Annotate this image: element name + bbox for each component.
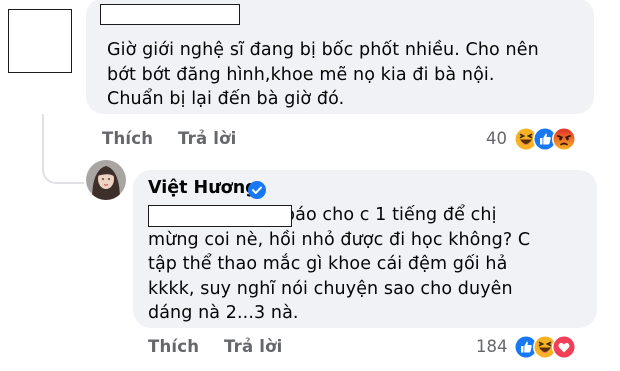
verified-badge-icon [248, 181, 266, 199]
comment-1-line: bớt bớt đăng hình,khoe mẽ nọ kia đi bà n… [107, 64, 495, 85]
author-photo [86, 160, 126, 200]
comment-2-line: mừng coi nè, hồi nhỏ được đi học không? … [148, 229, 531, 250]
reaction-count-1[interactable]: 40 [486, 129, 507, 148]
comment-2-line: tập thể thao mắc gì khoe cái đệm gối hả [148, 254, 508, 274]
comment-1-line: Chuẩn bị lại đến bà giờ đó. [107, 89, 345, 109]
love-reaction-icon [552, 335, 576, 359]
reaction-icons-2[interactable] [513, 332, 603, 362]
like-action-1[interactable]: Thích [102, 129, 153, 148]
reply-action-1[interactable]: Trả lời [178, 129, 237, 148]
redacted-author-name-1[interactable] [100, 4, 240, 25]
like-action-2[interactable]: Thích [148, 337, 199, 356]
author-avatar[interactable] [86, 160, 126, 200]
comment-1-line: Giờ giới nghệ sĩ đang bị bốc phốt nhiều.… [107, 40, 539, 60]
angry-reaction-icon [552, 127, 576, 151]
comment-1-text: Giờ giới nghệ sĩ đang bị bốc phốt nhiều.… [107, 38, 539, 112]
author-name[interactable]: Việt Hương [148, 178, 258, 198]
reply-connector-line [42, 114, 84, 184]
redacted-mention[interactable] [148, 205, 292, 227]
comment-2-line: dáng nà 2...3 nà. [148, 303, 299, 323]
reply-action-2[interactable]: Trả lời [224, 337, 283, 356]
comment-2-line: kkkk, suy nghĩ nói chuyện sao cho duyên [148, 278, 513, 299]
reaction-icons-1[interactable] [513, 124, 603, 154]
reaction-count-2[interactable]: 184 [476, 337, 508, 356]
redacted-avatar[interactable] [8, 9, 72, 73]
